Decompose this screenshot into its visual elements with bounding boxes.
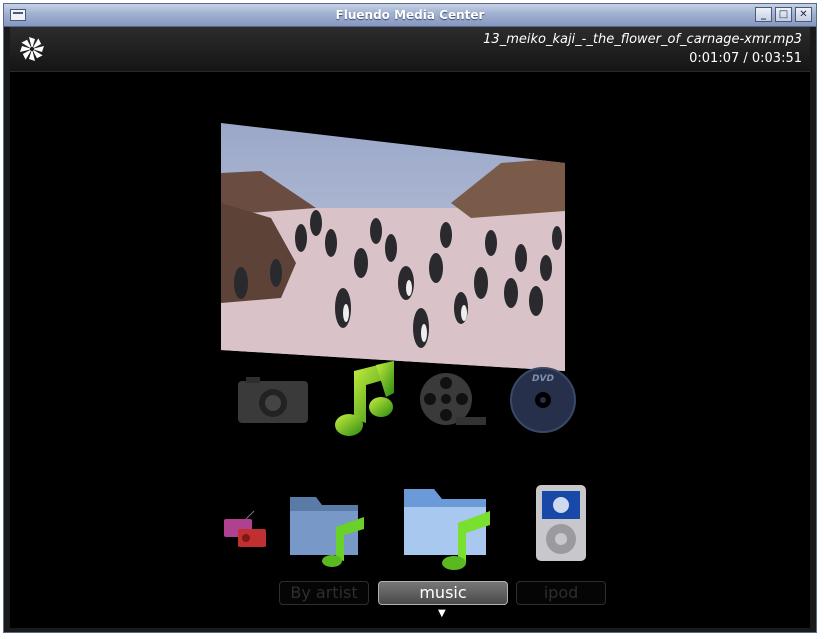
source-ipod[interactable]: ipod	[516, 581, 606, 605]
title-bar: Fluendo Media Center _ □ ✕	[4, 4, 816, 27]
now-playing-track: 13_meiko_kaji_-_the_flower_of_carnage-xm…	[483, 32, 802, 47]
film-reel-icon[interactable]	[416, 371, 490, 429]
music-note-icon[interactable]	[332, 357, 402, 441]
playback-time: 0:01:07 / 0:03:51	[689, 51, 802, 66]
radio-icon[interactable]	[222, 509, 268, 549]
source-music[interactable]: music	[378, 581, 508, 605]
selection-down-arrow-icon: ▼	[438, 608, 446, 619]
maximize-button[interactable]: □	[775, 7, 792, 22]
dvd-disc-icon[interactable]: DVD	[508, 367, 578, 433]
media-center-view: 13_meiko_kaji_-_the_flower_of_carnage-xm…	[10, 27, 810, 628]
fluendo-logo-icon	[20, 37, 44, 61]
status-bar: 13_meiko_kaji_-_the_flower_of_carnage-xm…	[10, 27, 810, 72]
folder-music-icon[interactable]	[402, 483, 494, 573]
source-by-artist[interactable]: By artist	[279, 581, 369, 605]
close-button[interactable]: ✕	[795, 7, 812, 22]
folder-music-icon[interactable]	[288, 489, 370, 567]
minimize-button[interactable]: _	[755, 7, 772, 22]
app-window: Fluendo Media Center _ □ ✕ 13_meiko_kaji…	[3, 3, 817, 633]
photo-preview	[221, 123, 565, 371]
camera-icon[interactable]	[236, 375, 310, 427]
dvd-logo-text: DVD	[532, 374, 554, 384]
ipod-icon[interactable]	[534, 483, 588, 563]
window-title: Fluendo Media Center	[335, 8, 485, 22]
